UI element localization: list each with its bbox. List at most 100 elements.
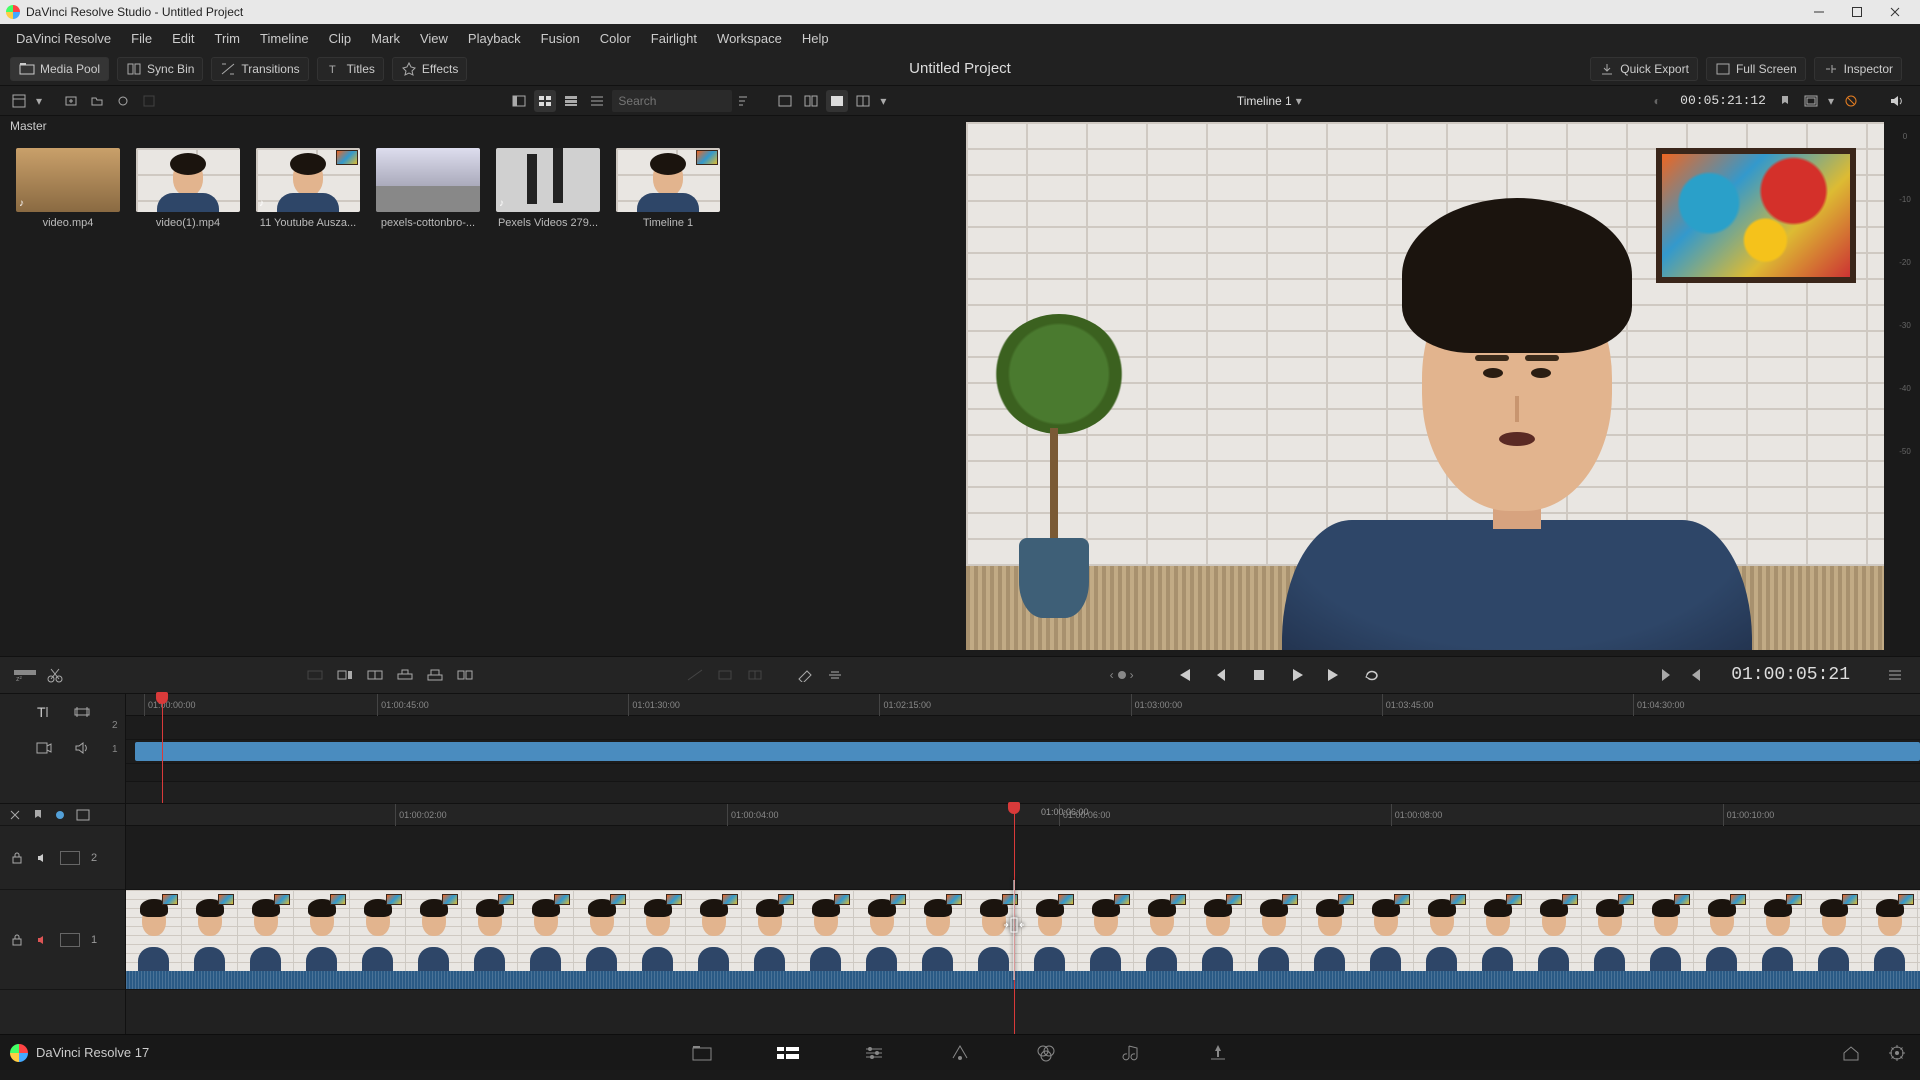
detail-ruler[interactable]: 01:00:02:00 01:00:04:00 01:00:06:00 01:0… <box>126 804 1920 826</box>
detail-track-v1[interactable] <box>126 890 1920 990</box>
menu-help[interactable]: Help <box>792 27 839 50</box>
loop-icon[interactable] <box>1356 662 1390 688</box>
menu-view[interactable]: View <box>410 27 458 50</box>
view-metadata-icon[interactable] <box>508 90 530 112</box>
menu-playback[interactable]: Playback <box>458 27 531 50</box>
view-strip-icon[interactable] <box>560 90 582 112</box>
viewer-overlay-icon[interactable] <box>852 90 874 112</box>
titles-toggle[interactable]: T Titles <box>317 57 384 81</box>
dissolve-icon[interactable] <box>682 662 708 688</box>
sort-icon[interactable] <box>732 90 754 112</box>
viewer-single-icon[interactable] <box>774 90 796 112</box>
bypass-fx-icon[interactable] <box>1840 90 1862 112</box>
menu-file[interactable]: File <box>121 27 162 50</box>
quick-export-toggle[interactable]: Quick Export <box>1590 57 1698 81</box>
safe-area-dropdown-icon[interactable]: ▾ <box>1826 90 1836 112</box>
effects-toggle[interactable]: Effects <box>392 57 467 81</box>
audio-trim-icon[interactable] <box>72 702 92 722</box>
tools-icon[interactable] <box>792 662 818 688</box>
detail-track-v2[interactable] <box>126 826 1920 890</box>
maximize-button[interactable] <box>1838 0 1876 24</box>
sync-clips-icon[interactable] <box>112 90 134 112</box>
timeline-options-icon[interactable] <box>1882 662 1908 688</box>
clip-item[interactable]: ♪ video.mp4 <box>16 148 120 229</box>
menu-color[interactable]: Color <box>590 27 641 50</box>
jog-control[interactable]: ‹› <box>1110 668 1134 682</box>
bin-list-icon[interactable] <box>8 90 30 112</box>
split-tool-icon[interactable] <box>42 662 68 688</box>
menu-fairlight[interactable]: Fairlight <box>641 27 707 50</box>
menu-mark[interactable]: Mark <box>361 27 410 50</box>
menu-davinci[interactable]: DaVinci Resolve <box>6 27 121 50</box>
transform-icon[interactable] <box>822 662 848 688</box>
deliver-page-icon[interactable] <box>1205 1040 1231 1066</box>
inspector-toggle[interactable]: Inspector <box>1814 57 1902 81</box>
fusion-page-icon[interactable] <box>947 1040 973 1066</box>
append-icon[interactable] <box>332 662 358 688</box>
overview-clip[interactable] <box>135 742 1920 761</box>
overview-track-a1[interactable] <box>126 764 1920 782</box>
stop-icon[interactable] <box>1242 662 1276 688</box>
safe-area-icon[interactable] <box>1800 90 1822 112</box>
viewer-dual-icon[interactable] <box>800 90 822 112</box>
menu-timeline[interactable]: Timeline <box>250 27 319 50</box>
search-input[interactable] <box>612 90 732 112</box>
project-settings-icon[interactable] <box>1884 1040 1910 1066</box>
mute-track-icon[interactable] <box>34 931 52 949</box>
track-display-icon[interactable] <box>76 809 90 821</box>
audio-waveform[interactable] <box>126 971 1920 989</box>
viewer-canvas[interactable] <box>960 116 1890 656</box>
close-up-icon[interactable] <box>392 662 418 688</box>
overview-ruler[interactable]: 01:00:00:00 01:00:45:00 01:01:30:00 01:0… <box>126 694 1920 716</box>
clip-item[interactable]: Timeline 1 <box>616 148 720 229</box>
place-on-top-icon[interactable] <box>422 662 448 688</box>
lock-icon[interactable] <box>8 931 26 949</box>
import-folder-icon[interactable] <box>86 90 108 112</box>
snap-icon[interactable] <box>8 808 22 822</box>
marker-tool-icon[interactable] <box>32 808 44 822</box>
track-header-v1[interactable]: 1 <box>0 890 125 990</box>
detail-playhead[interactable] <box>1014 804 1015 1034</box>
go-to-start-icon[interactable] <box>1166 662 1200 688</box>
color-page-icon[interactable] <box>1033 1040 1059 1066</box>
prev-edit-icon[interactable] <box>1683 662 1709 688</box>
play-icon[interactable] <box>1280 662 1314 688</box>
lock-icon[interactable] <box>8 849 26 867</box>
viewer-record-icon[interactable] <box>826 90 848 112</box>
clip-item[interactable]: video(1).mp4 <box>136 148 240 229</box>
marker-icon[interactable] <box>1774 90 1796 112</box>
edit-page-icon[interactable] <box>861 1040 887 1066</box>
menu-trim[interactable]: Trim <box>205 27 251 50</box>
smooth-cut-icon[interactable] <box>742 662 768 688</box>
menu-fusion[interactable]: Fusion <box>531 27 590 50</box>
track-enable-toggle[interactable] <box>60 851 80 865</box>
ripple-overwrite-icon[interactable] <box>362 662 388 688</box>
overview-playhead[interactable] <box>162 694 163 803</box>
bin-list-dropdown-icon[interactable]: ▾ <box>34 90 44 112</box>
source-overwrite-icon[interactable] <box>452 662 478 688</box>
close-button[interactable] <box>1876 0 1914 24</box>
go-to-end-icon[interactable] <box>1318 662 1352 688</box>
boring-detector-icon[interactable]: ◐ <box>1646 90 1668 112</box>
clip-item[interactable]: ♪ 11 Youtube Ausza... <box>256 148 360 229</box>
menu-edit[interactable]: Edit <box>162 27 204 50</box>
menu-workspace[interactable]: Workspace <box>707 27 792 50</box>
smart-insert-icon[interactable] <box>302 662 328 688</box>
video-only-icon[interactable] <box>34 738 54 758</box>
view-list-icon[interactable] <box>586 90 608 112</box>
sync-bin-toggle[interactable]: Sync Bin <box>117 57 203 81</box>
viewer-overlay-dropdown-icon[interactable]: ▾ <box>878 90 888 112</box>
clip-item[interactable]: ♪ Pexels Videos 279... <box>496 148 600 229</box>
cut-icon[interactable] <box>712 662 738 688</box>
fast-review-icon[interactable]: z² <box>12 662 38 688</box>
transitions-toggle[interactable]: Transitions <box>211 57 308 81</box>
speaker-track-icon[interactable] <box>34 849 52 867</box>
track-enable-toggle[interactable] <box>60 933 80 947</box>
overview-track-v2[interactable]: 2 <box>126 716 1920 740</box>
cut-page-icon[interactable] <box>775 1040 801 1066</box>
media-page-icon[interactable] <box>689 1040 715 1066</box>
timeline-dropdown-icon[interactable]: ▾ <box>1296 94 1302 108</box>
fairlight-page-icon[interactable] <box>1119 1040 1145 1066</box>
menu-clip[interactable]: Clip <box>319 27 361 50</box>
remove-clip-icon[interactable] <box>138 90 160 112</box>
